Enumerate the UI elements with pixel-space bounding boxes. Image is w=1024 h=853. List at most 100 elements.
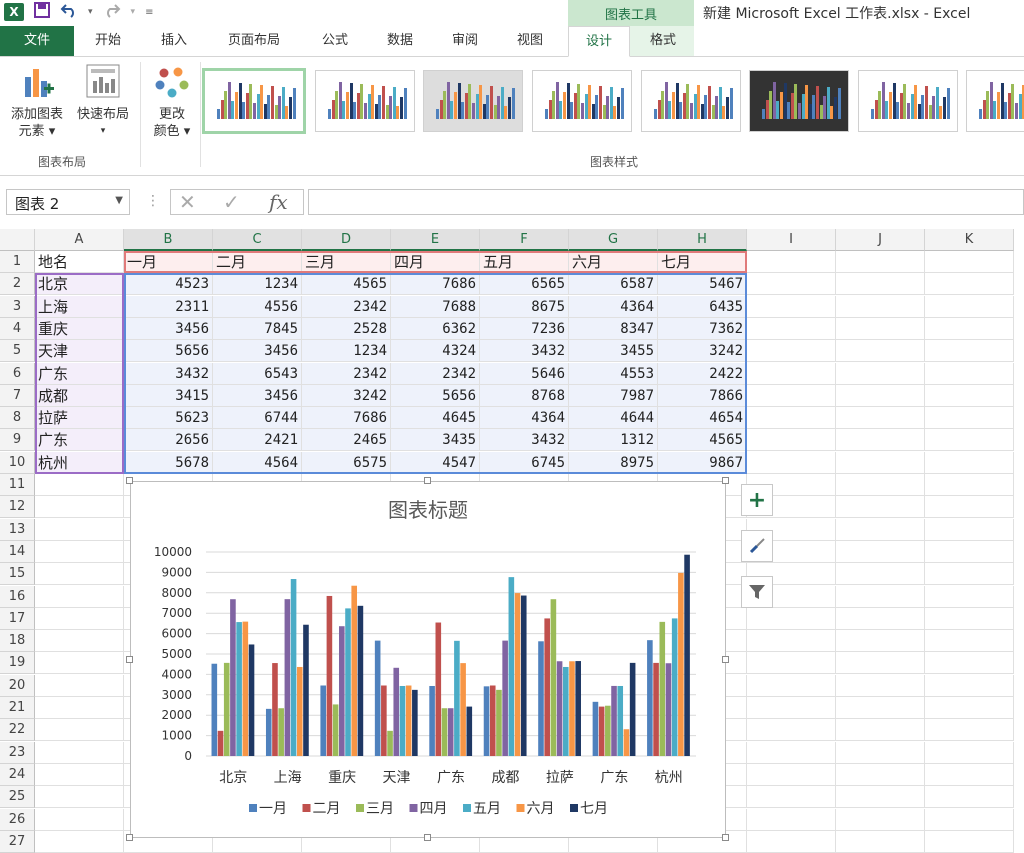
grid-cell[interactable]	[925, 786, 1014, 809]
grid-cell[interactable]	[836, 362, 925, 385]
grid-cell[interactable]	[925, 630, 1014, 653]
grid-cell[interactable]: 7845	[213, 317, 302, 340]
grid-cell[interactable]	[925, 273, 1014, 296]
grid-cell[interactable]: 6745	[480, 451, 569, 474]
save-icon[interactable]	[34, 2, 50, 22]
grid-cell[interactable]	[836, 763, 925, 786]
grid-cell[interactable]: 2342	[302, 362, 391, 385]
grid-cell[interactable]	[836, 697, 925, 719]
grid-cell[interactable]: 4565	[302, 273, 391, 296]
grid-cell[interactable]: 5467	[658, 273, 747, 296]
grid-cell[interactable]	[836, 674, 925, 697]
column-header[interactable]: A	[35, 229, 124, 251]
column-header[interactable]: F	[480, 229, 569, 251]
row-header[interactable]: 3	[0, 295, 35, 318]
grid-cell[interactable]: 4547	[391, 451, 480, 474]
grid-cell[interactable]: 6362	[391, 317, 480, 340]
grid-cell[interactable]: 五月	[480, 251, 569, 273]
grid-cell[interactable]	[925, 652, 1014, 675]
grid-cell[interactable]: 7987	[569, 384, 658, 407]
row-header[interactable]: 16	[0, 585, 35, 608]
grid-cell[interactable]	[836, 830, 925, 853]
grid-cell[interactable]	[747, 652, 836, 675]
grid-cell[interactable]	[35, 585, 124, 608]
formula-bar-grip-icon[interactable]: ⋮	[146, 193, 160, 209]
grid-cell[interactable]	[925, 607, 1014, 630]
grid-cell[interactable]	[747, 607, 836, 630]
grid-cell[interactable]: 5656	[124, 340, 213, 363]
grid-cell[interactable]	[35, 652, 124, 675]
grid-cell[interactable]	[747, 763, 836, 786]
grid-cell[interactable]	[747, 674, 836, 697]
undo-dropdown-icon[interactable]: ▾	[88, 7, 93, 17]
row-header[interactable]: 13	[0, 518, 35, 541]
row-header[interactable]: 23	[0, 741, 35, 764]
grid-cell[interactable]: 5646	[480, 362, 569, 385]
chart-resize-handle[interactable]	[722, 477, 729, 484]
row-header[interactable]: 1	[0, 251, 35, 273]
grid-cell[interactable]	[836, 808, 925, 831]
tab-data[interactable]: 数据	[372, 26, 428, 56]
grid-cell[interactable]	[925, 384, 1014, 407]
grid-cell[interactable]: 2342	[302, 295, 391, 318]
grid-cell[interactable]	[35, 808, 124, 831]
grid-cell[interactable]: 二月	[213, 251, 302, 273]
tab-review[interactable]: 审阅	[437, 26, 493, 56]
grid-cell[interactable]	[925, 251, 1014, 273]
grid-cell[interactable]	[836, 340, 925, 363]
grid-cell[interactable]: 2528	[302, 317, 391, 340]
column-header[interactable]: H	[658, 229, 747, 251]
grid-cell[interactable]	[925, 496, 1014, 519]
grid-cell[interactable]	[836, 518, 925, 541]
grid-cell[interactable]: 1234	[213, 273, 302, 296]
grid-cell[interactable]: 一月	[124, 251, 213, 273]
column-header[interactable]: G	[569, 229, 658, 251]
tab-file[interactable]: 文件	[0, 26, 74, 56]
grid-cell[interactable]	[747, 340, 836, 363]
grid-cell[interactable]: 8768	[480, 384, 569, 407]
grid-cell[interactable]: 重庆	[35, 317, 124, 340]
grid-cell[interactable]	[836, 540, 925, 563]
grid-cell[interactable]: 2422	[658, 362, 747, 385]
grid-cell[interactable]: 地名	[35, 251, 124, 273]
chart-style-thumbnail[interactable]	[532, 70, 632, 132]
grid-cell[interactable]	[35, 496, 124, 519]
grid-cell[interactable]: 5678	[124, 451, 213, 474]
tab-insert[interactable]: 插入	[146, 26, 202, 56]
grid-cell[interactable]: 4556	[213, 295, 302, 318]
grid-cell[interactable]	[925, 674, 1014, 697]
grid-cell[interactable]	[925, 451, 1014, 474]
add-chart-element-button[interactable]: 添加图表 元素 ▾	[4, 63, 70, 140]
grid-cell[interactable]	[747, 273, 836, 296]
grid-cell[interactable]: 4654	[658, 407, 747, 430]
grid-cell[interactable]	[35, 630, 124, 653]
grid-cell[interactable]	[836, 295, 925, 318]
grid-cell[interactable]: 4565	[658, 429, 747, 452]
grid-cell[interactable]: 6543	[213, 362, 302, 385]
grid-cell[interactable]: 4644	[569, 407, 658, 430]
grid-cell[interactable]	[747, 295, 836, 318]
grid-cell[interactable]: 3456	[213, 340, 302, 363]
grid-cell[interactable]	[747, 786, 836, 809]
grid-cell[interactable]	[747, 830, 836, 853]
grid-cell[interactable]	[35, 719, 124, 742]
select-all-corner[interactable]	[0, 229, 35, 251]
chart-style-thumbnail[interactable]	[858, 70, 958, 132]
grid-cell[interactable]: 成都	[35, 384, 124, 407]
grid-cell[interactable]	[747, 362, 836, 385]
cancel-icon[interactable]: ✕	[179, 190, 196, 214]
grid-cell[interactable]	[925, 719, 1014, 742]
grid-cell[interactable]: 4523	[124, 273, 213, 296]
chart-filters-icon[interactable]	[741, 576, 773, 608]
grid-cell[interactable]	[836, 384, 925, 407]
chart-elements-plus-icon[interactable]: +	[741, 484, 773, 516]
grid-cell[interactable]: 7688	[391, 295, 480, 318]
grid-cell[interactable]	[35, 697, 124, 719]
row-header[interactable]: 27	[0, 830, 35, 853]
grid-cell[interactable]	[35, 830, 124, 853]
grid-cell[interactable]: 广东	[35, 429, 124, 452]
grid-cell[interactable]: 三月	[302, 251, 391, 273]
grid-cell[interactable]: 4553	[569, 362, 658, 385]
grid-cell[interactable]: 3456	[213, 384, 302, 407]
enter-icon[interactable]: ✓	[223, 190, 240, 214]
